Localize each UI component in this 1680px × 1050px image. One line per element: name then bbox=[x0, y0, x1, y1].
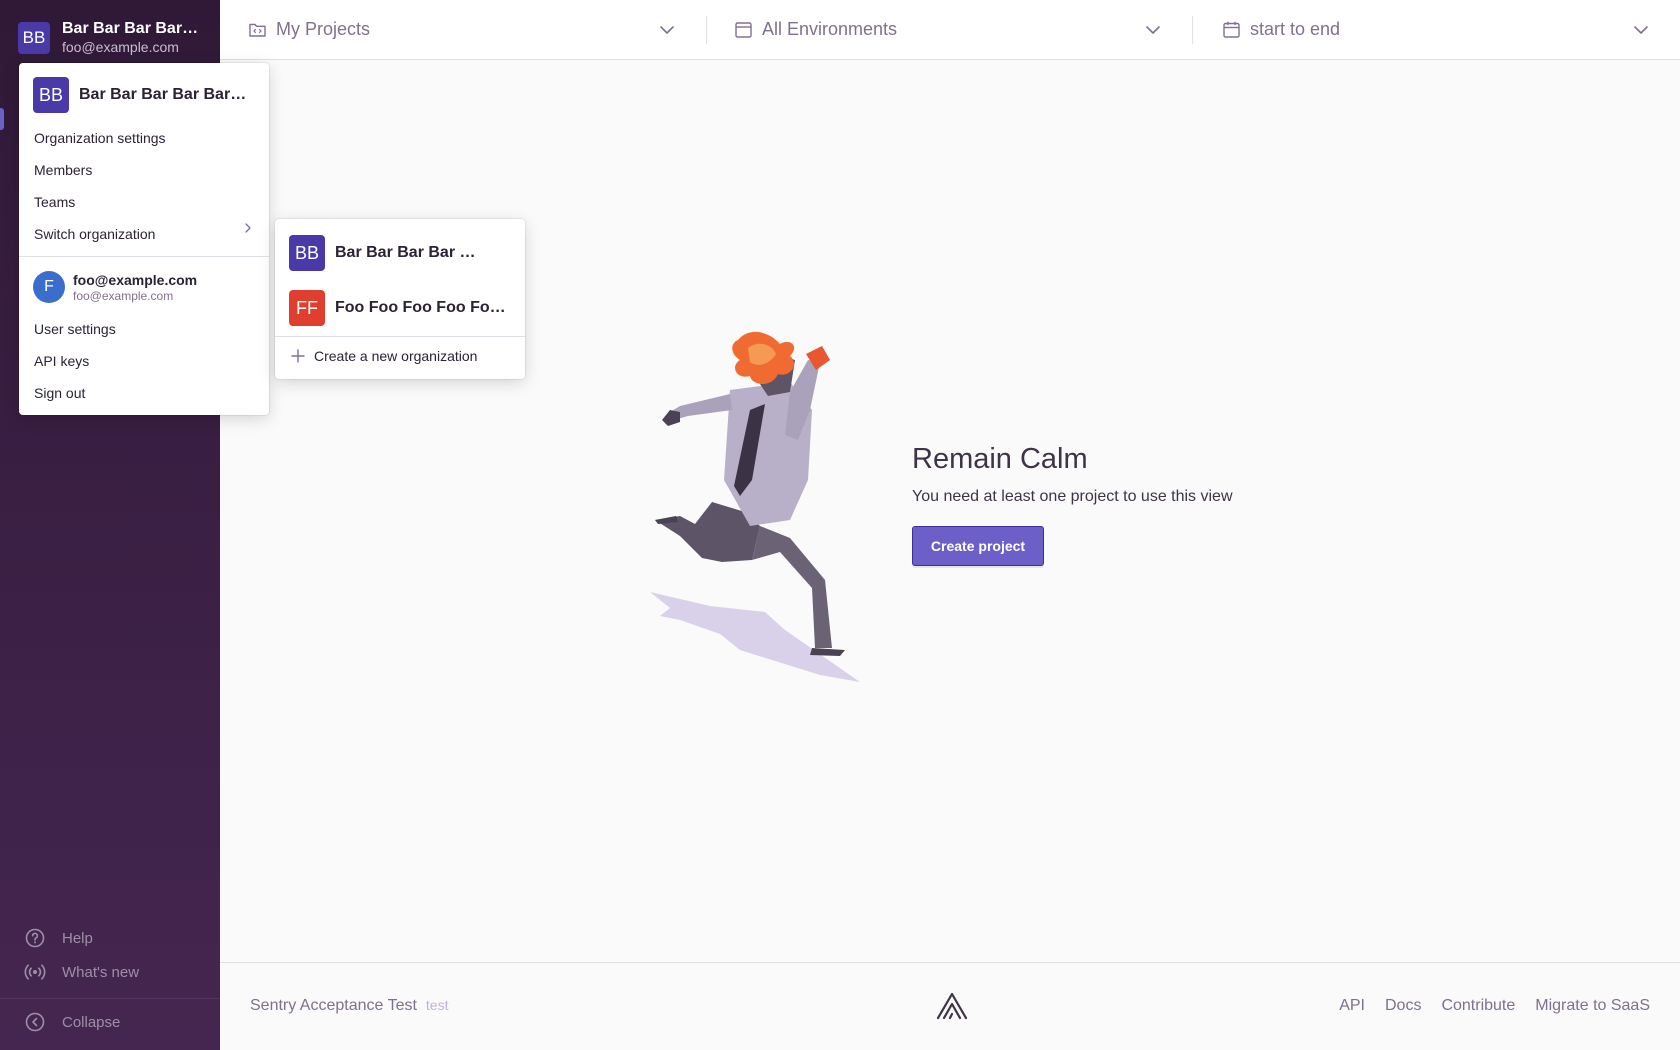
chevron-down-icon bbox=[660, 26, 674, 34]
menu-item-organization-settings[interactable]: Organization settings bbox=[34, 130, 166, 146]
plus-icon bbox=[291, 349, 305, 363]
user-avatar: F bbox=[33, 271, 65, 303]
user-name: foo@example.com bbox=[73, 271, 198, 288]
menu-item-api-keys[interactable]: API keys bbox=[34, 353, 89, 369]
sidebar-item-whats-new[interactable]: What's new bbox=[24, 961, 139, 983]
window-icon bbox=[734, 21, 752, 39]
org-name: Bar Bar Bar Bar … bbox=[62, 20, 202, 37]
running-person-illustration bbox=[650, 331, 860, 682]
menu-divider bbox=[275, 336, 525, 337]
menu-org-header[interactable]: BB Bar Bar Bar Bar Bar … bbox=[33, 77, 249, 113]
project-selector[interactable]: My Projects bbox=[248, 0, 674, 59]
footer-app-name: Sentry Acceptance Test bbox=[250, 997, 417, 1014]
switch-org-name: Bar Bar Bar Bar … bbox=[335, 244, 476, 261]
menu-org-name: Bar Bar Bar Bar Bar … bbox=[79, 86, 249, 103]
org-switcher[interactable]: BB Bar Bar Bar Bar … foo@example.com bbox=[18, 20, 202, 55]
time-range-selector[interactable]: start to end bbox=[1222, 0, 1652, 59]
switch-org-name: Foo Foo Foo Foo Foo … bbox=[335, 299, 507, 316]
footer-link-contribute[interactable]: Contribute bbox=[1441, 997, 1515, 1015]
create-project-button[interactable]: Create project bbox=[912, 526, 1044, 566]
org-avatar: FF bbox=[289, 290, 325, 326]
menu-item-switch-organization[interactable]: Switch organization bbox=[34, 226, 155, 242]
create-organization-label: Create a new organization bbox=[314, 348, 478, 364]
footer-link-api[interactable]: API bbox=[1339, 997, 1365, 1015]
broadcast-icon bbox=[24, 961, 46, 983]
environment-selector[interactable]: All Environments bbox=[734, 0, 1160, 59]
sidebar-item-label: What's new bbox=[62, 963, 140, 981]
collapse-icon bbox=[24, 1011, 46, 1033]
header-separator bbox=[1192, 16, 1193, 44]
help-icon bbox=[24, 927, 46, 949]
sidebar-item-label: Help bbox=[62, 929, 93, 947]
time-range-label: start to end bbox=[1250, 19, 1341, 39]
menu-item-members[interactable]: Members bbox=[34, 162, 92, 178]
project-icon bbox=[248, 21, 266, 39]
menu-item-user-settings[interactable]: User settings bbox=[34, 321, 116, 337]
switch-org-item[interactable]: FF Foo Foo Foo Foo Foo … bbox=[289, 290, 507, 326]
create-organization-button[interactable]: Create a new organization bbox=[291, 348, 477, 364]
sentry-logo-icon[interactable] bbox=[934, 990, 970, 1022]
footer: Sentry Acceptance Test test API Docs Con… bbox=[220, 962, 1680, 1050]
active-nav-marker bbox=[0, 108, 4, 130]
footer-version: test bbox=[425, 997, 449, 1013]
chevron-right-icon bbox=[245, 223, 251, 233]
empty-state-subtitle: You need at least one project to use thi… bbox=[912, 488, 1233, 505]
switch-org-item[interactable]: BB Bar Bar Bar Bar … bbox=[289, 235, 507, 271]
user-email: foo@example.com bbox=[73, 288, 174, 303]
org-avatar: BB bbox=[33, 77, 69, 113]
project-selector-label: My Projects bbox=[276, 19, 371, 39]
sidebar-item-label: Collapse bbox=[62, 1013, 121, 1031]
user-info: F foo@example.com foo@example.com bbox=[33, 271, 197, 303]
empty-state-title: Remain Calm bbox=[912, 443, 1088, 475]
sidebar-item-help[interactable]: Help bbox=[24, 927, 93, 949]
global-selection-header: My Projects All Environments start to en… bbox=[220, 0, 1680, 60]
org-avatar: BB bbox=[18, 21, 50, 54]
sidebar-divider bbox=[0, 998, 220, 999]
menu-item-teams[interactable]: Teams bbox=[34, 194, 75, 210]
chevron-down-icon bbox=[1146, 26, 1160, 34]
org-avatar: BB bbox=[289, 235, 325, 271]
calendar-icon bbox=[1222, 21, 1240, 39]
environment-selector-label: All Environments bbox=[762, 19, 898, 39]
switch-organization-menu: BB Bar Bar Bar Bar … FF Foo Foo Foo Foo … bbox=[275, 219, 525, 379]
chevron-down-icon bbox=[1634, 26, 1648, 34]
footer-link-docs[interactable]: Docs bbox=[1385, 997, 1421, 1015]
org-email: foo@example.com bbox=[62, 39, 179, 55]
org-dropdown-menu: BB Bar Bar Bar Bar Bar … Organization se… bbox=[19, 63, 269, 415]
menu-divider bbox=[19, 256, 269, 257]
footer-link-migrate[interactable]: Migrate to SaaS bbox=[1535, 997, 1650, 1015]
header-separator bbox=[706, 16, 707, 44]
sidebar-collapse[interactable]: Collapse bbox=[24, 1011, 120, 1033]
menu-item-sign-out[interactable]: Sign out bbox=[34, 385, 85, 401]
